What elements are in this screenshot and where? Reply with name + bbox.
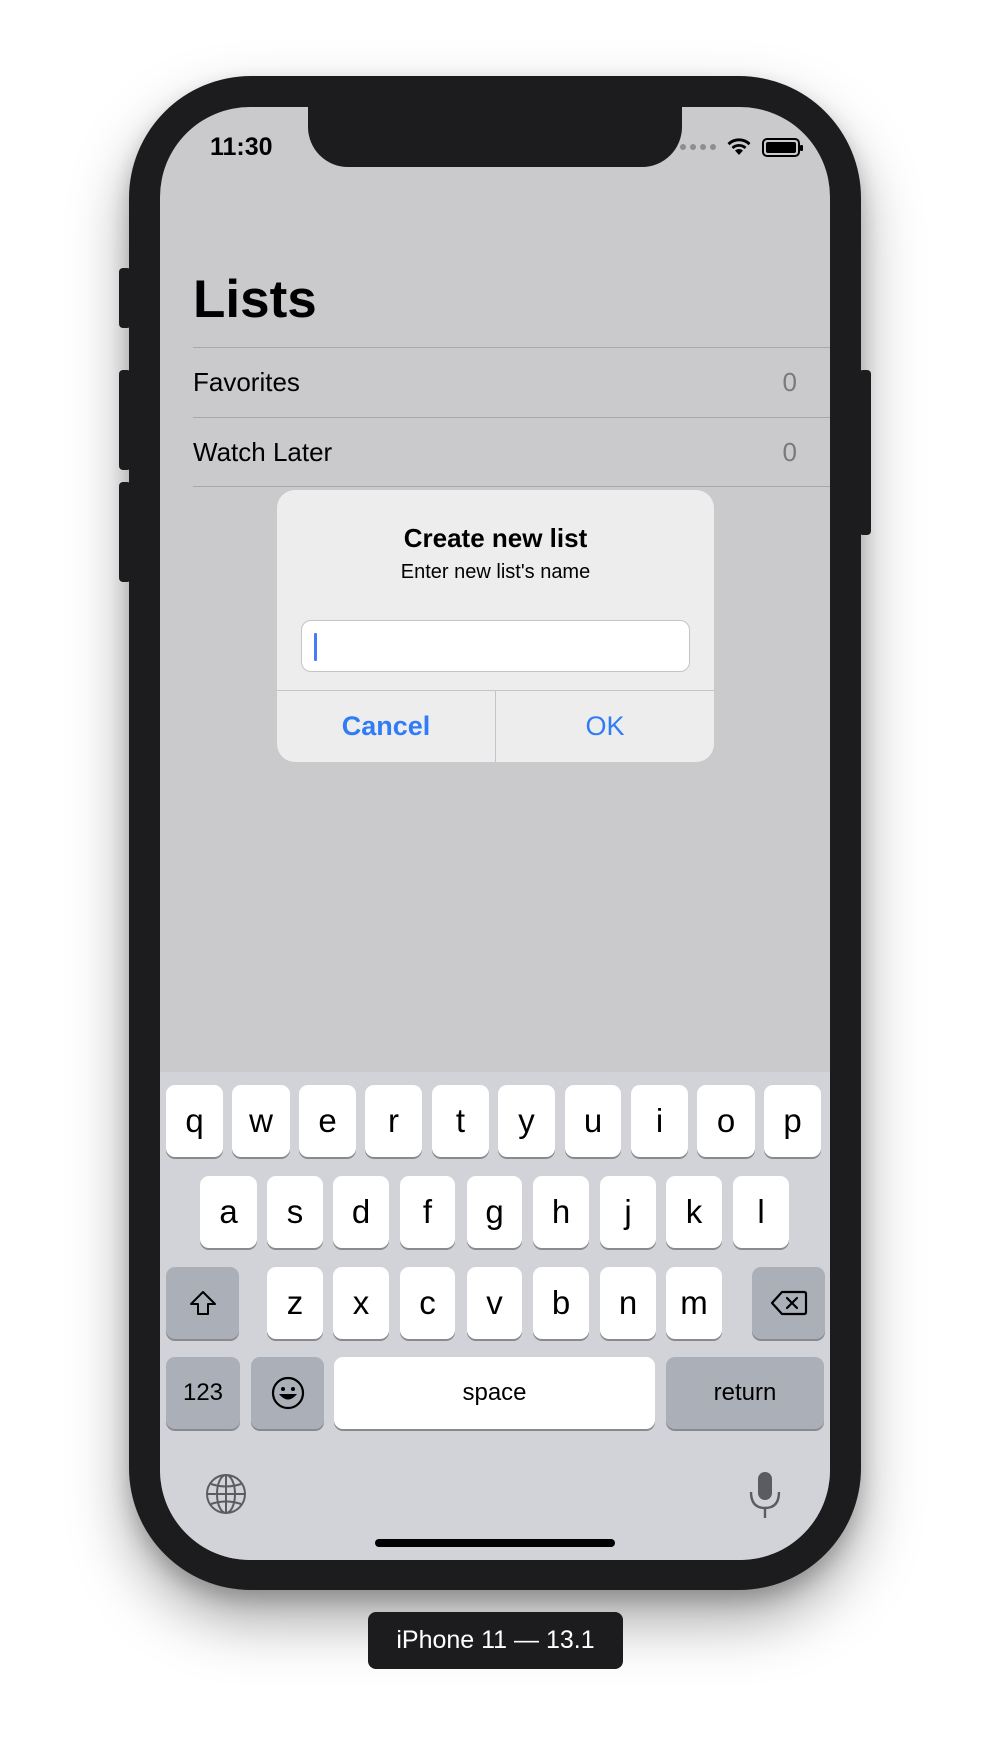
list-item[interactable]: Watch Later 0 [193,417,830,487]
key-g[interactable]: g [467,1176,522,1248]
key-f[interactable]: f [400,1176,455,1248]
key-l[interactable]: l [733,1176,789,1248]
delete-key[interactable] [752,1267,825,1339]
key-r[interactable]: r [365,1085,422,1157]
space-key[interactable]: space [334,1357,655,1429]
lists-table: Favorites 0 Watch Later 0 [193,347,830,487]
keyboard: q w e r t y u i o p a s d f g h j k l z … [160,1072,830,1560]
list-item-label: Watch Later [193,436,333,467]
key-q[interactable]: q [166,1085,223,1157]
list-item-count: 0 [782,367,797,397]
device-screen: 11:30 Lists Favorites 0 Watch Later 0 Cr… [160,107,830,1560]
volume-up-button [119,370,131,470]
key-t[interactable]: t [432,1085,489,1157]
alert-message: Enter new list's name [400,561,591,583]
key-n[interactable]: n [600,1267,656,1339]
key-d[interactable]: d [333,1176,389,1248]
volume-down-button [119,482,131,582]
shift-key[interactable] [166,1267,239,1339]
key-c[interactable]: c [400,1267,455,1339]
key-s[interactable]: s [267,1176,323,1248]
microphone-icon[interactable] [747,1470,783,1520]
notch [308,107,682,167]
list-item[interactable]: Favorites 0 [193,347,830,417]
key-u[interactable]: u [565,1085,621,1157]
key-y[interactable]: y [498,1085,555,1157]
key-o[interactable]: o [697,1085,755,1157]
key-b[interactable]: b [533,1267,589,1339]
key-j[interactable]: j [600,1176,656,1248]
numbers-key[interactable]: 123 [166,1357,240,1429]
page-title: Lists [193,270,317,329]
emoji-key[interactable] [251,1357,324,1429]
key-w[interactable]: w [232,1085,290,1157]
key-a[interactable]: a [200,1176,257,1248]
list-item-count: 0 [782,436,797,467]
wifi-icon [727,138,751,155]
alert-title: Create new list [403,523,588,553]
key-p[interactable]: p [764,1085,821,1157]
status-icons [680,137,803,157]
power-button [859,370,871,535]
key-x[interactable]: x [333,1267,389,1339]
ok-button[interactable]: OK [496,691,714,762]
key-k[interactable]: k [666,1176,722,1248]
key-e[interactable]: e [299,1085,356,1157]
globe-icon[interactable] [204,1472,248,1516]
cellular-signal-icon [680,144,716,150]
home-indicator[interactable] [375,1539,615,1547]
status-time: 11:30 [210,133,273,161]
list-name-input[interactable] [301,620,690,672]
backspace-icon [770,1290,807,1316]
shift-arrow-icon [189,1291,216,1315]
emoji-smiley-icon [271,1376,304,1410]
cancel-button[interactable]: Cancel [277,691,496,762]
key-v[interactable]: v [467,1267,522,1339]
key-m[interactable]: m [666,1267,722,1339]
create-list-alert: Create new list Enter new list's name Ca… [277,490,714,762]
silent-switch [119,268,131,328]
key-i[interactable]: i [631,1085,688,1157]
device-caption: iPhone 11 — 13.1 [368,1612,623,1669]
key-z[interactable]: z [267,1267,323,1339]
key-h[interactable]: h [533,1176,589,1248]
text-cursor [314,633,317,661]
battery-icon [762,137,803,157]
return-key[interactable]: return [666,1357,824,1429]
alert-actions: Cancel OK [277,690,714,762]
list-item-label: Favorites [193,367,300,397]
